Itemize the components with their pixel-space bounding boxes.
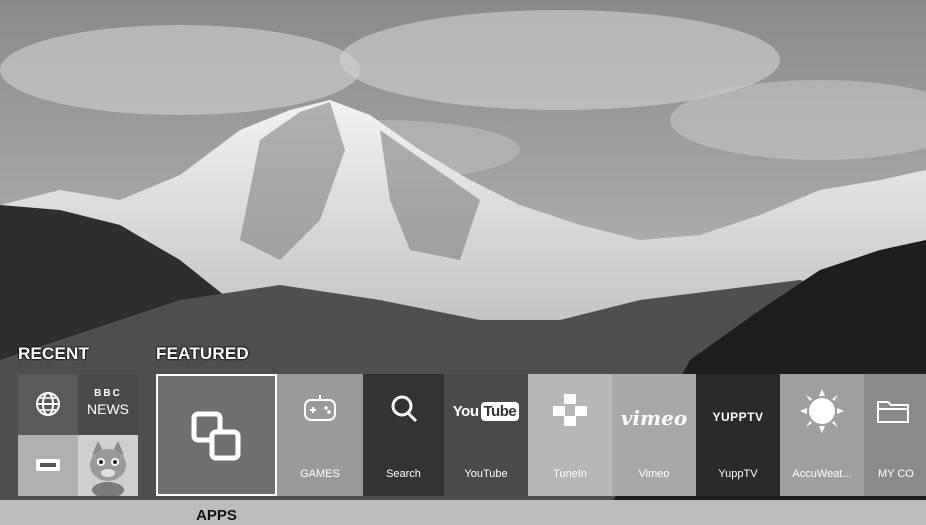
games-label: GAMES bbox=[300, 468, 340, 480]
yupptv-logo: YUPPTV bbox=[712, 410, 764, 424]
recent-bbc-news[interactable]: BBC NEWS bbox=[78, 374, 138, 435]
yupptv-label: YuppTV bbox=[718, 468, 758, 480]
globe-icon bbox=[36, 392, 60, 416]
youtube-logo: You Tube bbox=[444, 402, 528, 421]
search-icon bbox=[363, 392, 444, 426]
folder-icon bbox=[864, 392, 926, 428]
tunein-icon bbox=[528, 392, 612, 428]
news-text: NEWS bbox=[87, 401, 129, 417]
featured-section-label: FEATURED bbox=[156, 344, 249, 363]
games-tile[interactable]: GAMES bbox=[277, 374, 363, 496]
my-content-tile[interactable]: MY CO bbox=[864, 374, 926, 496]
gamepad-icon bbox=[277, 392, 363, 426]
hdmi-icon bbox=[36, 459, 60, 471]
yupptv-tile[interactable]: YUPPTV YuppTV bbox=[696, 374, 780, 496]
tunein-tile[interactable]: TuneIn bbox=[528, 374, 612, 496]
search-label: Search bbox=[386, 468, 421, 480]
youtube-tile[interactable]: You Tube YouTube bbox=[444, 374, 528, 496]
recent-apps-tile[interactable]: BBC NEWS bbox=[18, 374, 138, 496]
sun-icon bbox=[780, 388, 864, 434]
accuweather-label: AccuWeat... bbox=[792, 468, 852, 480]
recent-web-browser[interactable] bbox=[18, 374, 78, 435]
vimeo-logo: vimeo bbox=[620, 406, 688, 430]
my-content-label: MY CO bbox=[878, 468, 914, 480]
accuweather-tile[interactable]: AccuWeat... bbox=[780, 374, 864, 496]
bbc-logo: BBC bbox=[94, 388, 122, 399]
apps-squares-icon bbox=[191, 411, 241, 461]
search-tile[interactable]: Search bbox=[363, 374, 444, 496]
recent-section-label: RECENT bbox=[18, 344, 90, 363]
youtube-logo-you: You bbox=[452, 403, 479, 420]
youtube-label: YouTube bbox=[464, 468, 508, 480]
vimeo-label: Vimeo bbox=[638, 468, 670, 480]
apps-label: APPS bbox=[196, 507, 237, 524]
tv-home-screen: RECENT FEATURED BBC NEWS APPS GAMES Sear… bbox=[0, 0, 926, 525]
vimeo-tile[interactable]: vimeo Vimeo bbox=[612, 374, 696, 496]
youtube-logo-tube: Tube bbox=[480, 402, 520, 421]
cat-character-icon bbox=[90, 441, 126, 496]
recent-talking-tom[interactable] bbox=[78, 435, 138, 496]
recent-hdmi-source[interactable] bbox=[18, 435, 78, 496]
tunein-label: TuneIn bbox=[553, 468, 587, 480]
apps-tile[interactable] bbox=[156, 374, 277, 496]
